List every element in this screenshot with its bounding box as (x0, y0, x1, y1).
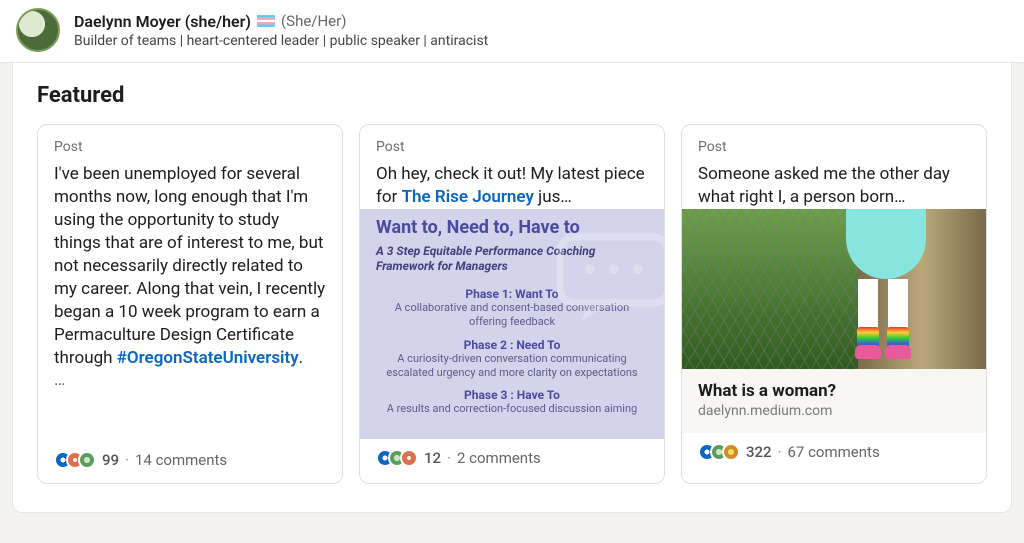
speech-bubble-icon (554, 229, 664, 329)
graphic-phase2-title: Phase 2 : Need To (376, 338, 648, 352)
separator-dot: · (778, 443, 782, 461)
support-icon (78, 451, 96, 469)
post-type-label: Post (376, 139, 648, 155)
reactions-count[interactable]: 12 (424, 449, 441, 467)
post-body-tail: . (299, 348, 303, 368)
graphic-phase2-desc: A curiosity-driven conversation communic… (376, 352, 648, 381)
reactions-count[interactable]: 99 (102, 451, 119, 469)
graphic-phase3-title: Phase 3 : Have To (376, 388, 648, 402)
social-bar: 99 · 14 comments (38, 441, 342, 483)
post-body-text: I've been unemployed for several months … (54, 164, 325, 368)
profile-identity: Daelynn Moyer (she/her) (She/Her) Builde… (74, 12, 488, 49)
featured-post-card[interactable]: Post Someone asked me the other day what… (681, 124, 987, 484)
comments-link[interactable]: 2 comments (457, 449, 541, 467)
post-type-label: Post (698, 139, 970, 155)
social-bar: 12 · 2 comments (360, 439, 664, 481)
reaction-cluster[interactable] (698, 443, 740, 461)
avatar[interactable] (16, 8, 60, 52)
comments-link[interactable]: 14 comments (135, 451, 227, 469)
trans-flag-icon (257, 15, 275, 27)
link-preview-domain: daelynn.medium.com (698, 403, 970, 419)
hashtag-link[interactable]: #OregonStateUniversity (117, 348, 299, 368)
link-preview[interactable]: What is a woman? daelynn.medium.com (682, 369, 986, 433)
post-body-text: Someone asked me the other day what righ… (698, 164, 950, 207)
insight-icon (722, 443, 740, 461)
featured-post-card[interactable]: Post I've been unemployed for several mo… (37, 124, 343, 484)
social-bar: 322 · 67 comments (682, 433, 986, 475)
reactions-count[interactable]: 322 (746, 443, 772, 461)
post-body-tail: jus… (534, 187, 572, 207)
truncation-indicator: … (54, 369, 326, 392)
link-preview-title: What is a woman? (698, 381, 970, 401)
comments-link[interactable]: 67 comments (788, 443, 880, 461)
featured-post-card[interactable]: Post Oh hey, check it out! My latest pie… (359, 124, 665, 484)
post-body: I've been unemployed for several months … (54, 163, 326, 392)
profile-pronouns: (She/Her) (281, 12, 346, 30)
post-body: Oh hey, check it out! My latest piece fo… (376, 163, 648, 209)
link-preview-image (682, 209, 986, 369)
profile-header: Daelynn Moyer (she/her) (She/Her) Builde… (0, 0, 1024, 63)
graphic-phase3-desc: A results and correction-focused discuss… (376, 402, 648, 416)
separator-dot: · (125, 451, 129, 469)
profile-headline: Builder of teams | heart-centered leader… (74, 33, 488, 49)
post-article-graphic: Want to, Need to, Have to A 3 Step Equit… (360, 209, 664, 439)
inline-link[interactable]: The Rise Journey (402, 187, 534, 207)
separator-dot: · (447, 449, 451, 467)
reaction-cluster[interactable] (54, 451, 96, 469)
love-icon (400, 449, 418, 467)
post-body: Someone asked me the other day what righ… (698, 163, 970, 209)
post-type-label: Post (54, 139, 326, 155)
reaction-cluster[interactable] (376, 449, 418, 467)
featured-section: Featured Post I've been unemployed for s… (12, 63, 1012, 513)
featured-cards-row: Post I've been unemployed for several mo… (37, 124, 987, 484)
profile-name[interactable]: Daelynn Moyer (she/her) (74, 12, 251, 31)
section-title: Featured (37, 83, 987, 108)
